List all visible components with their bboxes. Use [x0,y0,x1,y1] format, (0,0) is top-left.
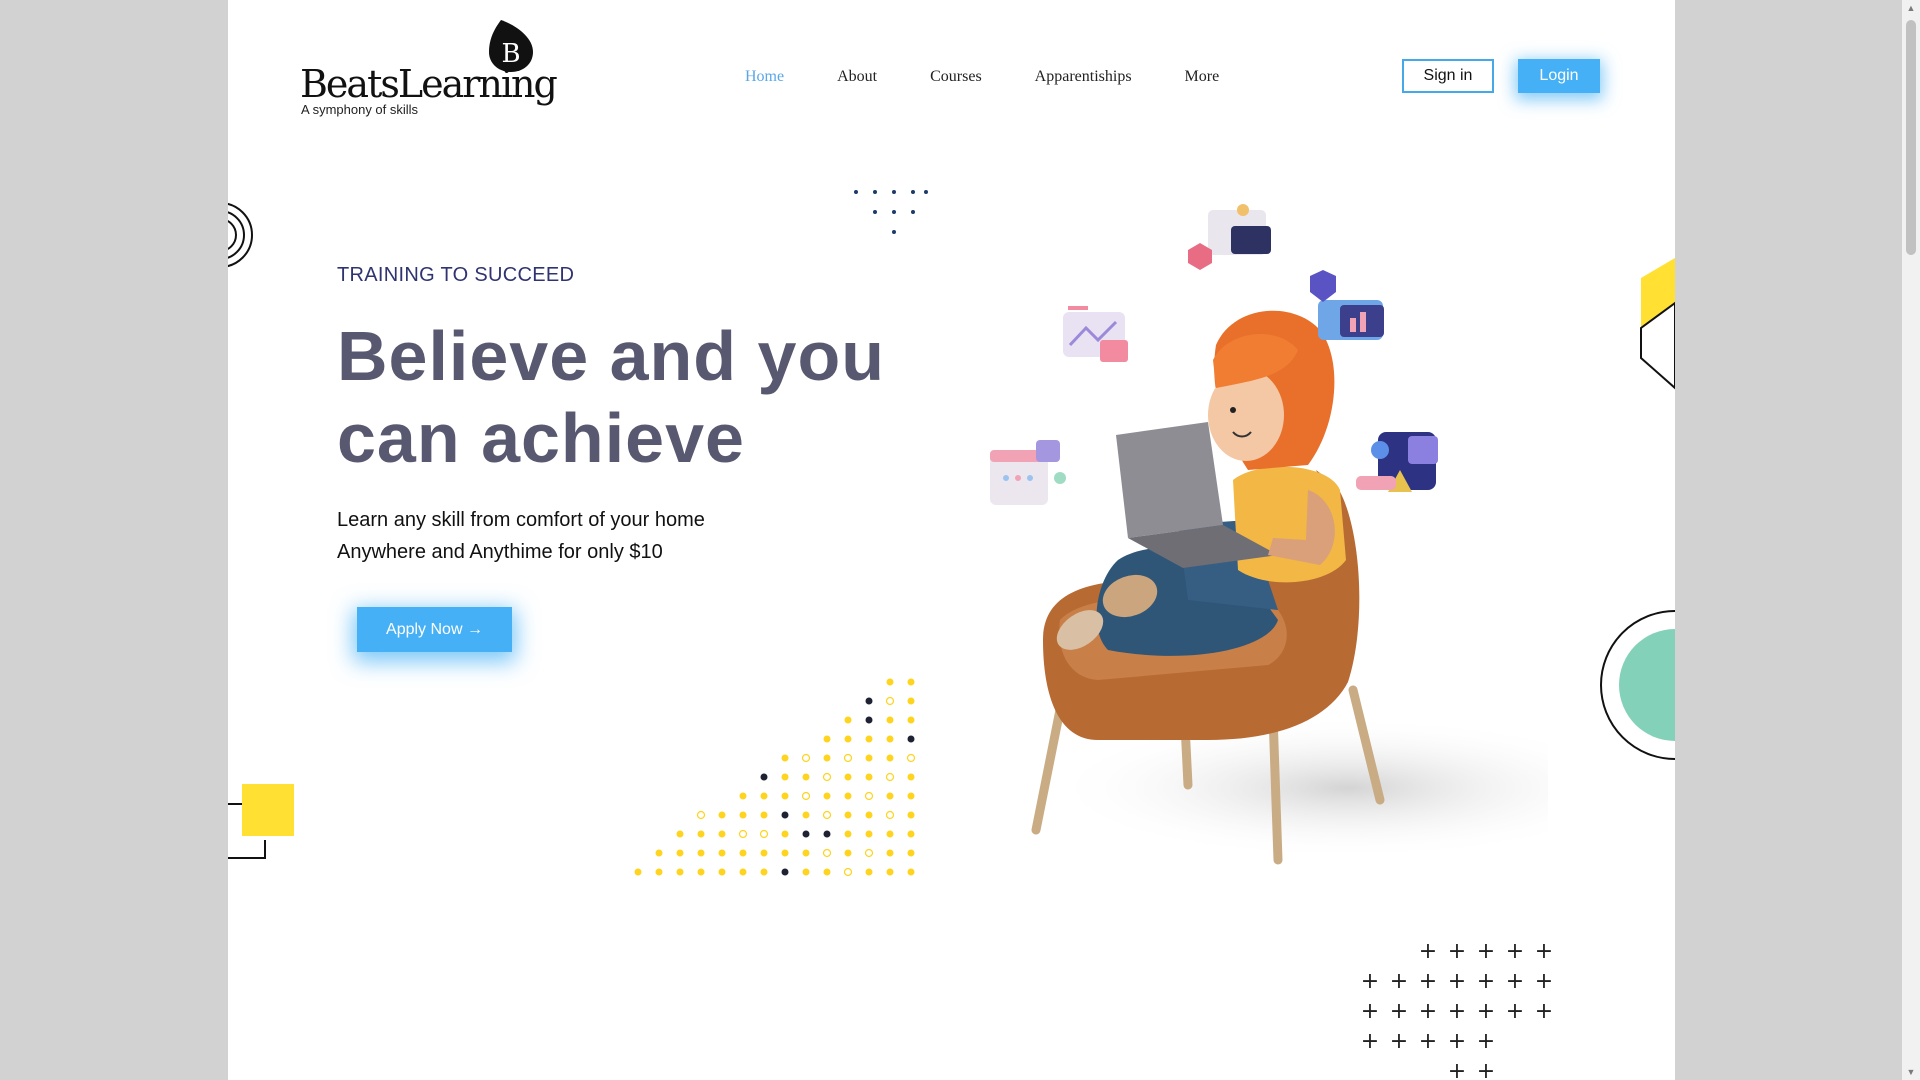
svg-text:+: + [1477,940,1495,964]
floating-card-2 [1063,306,1128,362]
svg-text:+: + [1419,999,1437,1024]
floating-card-5 [1356,432,1438,492]
apply-now-button[interactable]: Apply Now → [357,607,512,652]
svg-text:+: + [1506,999,1524,1024]
yellow-square-decoration [228,784,294,859]
svg-text:+: + [1361,1029,1379,1054]
dot-grid-decoration [634,678,916,877]
svg-text:+: + [1419,1029,1437,1054]
logo-tagline: A symphony of skills [301,102,419,117]
hero-subtext-line2: Anywhere and Anythime for only $10 [337,541,663,563]
nav-item-home[interactable]: Home [745,68,784,86]
landing-page: B BeatsLearning A symphony of skills Hom… [228,0,1675,1080]
svg-text:+: + [1477,969,1495,994]
hexagon-decoration [1640,258,1675,390]
svg-text:+: + [1419,940,1437,964]
floating-card-1 [1188,204,1271,270]
nav-item-apprenticeships[interactable]: Apparentiships [1035,68,1132,86]
scroll-up-arrow-icon[interactable]: ▲ [1902,0,1920,16]
floating-card-4 [990,440,1066,505]
scroll-down-arrow-icon[interactable]: ▼ [1902,1064,1920,1080]
svg-text:+: + [1390,999,1408,1024]
dot-triangle-decoration [854,190,928,234]
circle-decoration [1600,610,1675,760]
svg-text:+: + [1448,969,1466,994]
nav-item-courses[interactable]: Courses [930,68,982,86]
vertical-scrollbar[interactable]: ▲ ▼ [1902,0,1920,1080]
svg-text:+: + [1535,999,1553,1024]
main-nav: Home About Courses Apparentiships More [745,68,1272,86]
svg-text:+: + [1477,1059,1495,1080]
nav-item-more[interactable]: More [1185,68,1220,86]
hero-headline-line1: Believe and you [337,317,885,395]
svg-text:+: + [1506,969,1524,994]
nav-item-about[interactable]: About [837,68,877,86]
svg-text:+: + [1390,1029,1408,1054]
login-button[interactable]: Login [1518,59,1600,93]
svg-text:+: + [1535,969,1553,994]
svg-text:+: + [1506,940,1524,964]
logo-wordmark: BeatsLearning [300,62,558,106]
hero-subtext-line1: Learn any skill from comfort of your hom… [337,509,705,531]
svg-text:+: + [1535,940,1553,964]
svg-text:+: + [1419,969,1437,994]
svg-text:+: + [1361,969,1379,994]
svg-text:+: + [1477,1029,1495,1054]
hero-subtext: Learn any skill from comfort of your hom… [337,504,705,568]
student-illustration [990,204,1548,865]
sign-in-button[interactable]: Sign in [1402,59,1494,93]
hero-headline: Believe and you can achieve [337,315,897,479]
scrollbar-thumb[interactable] [1906,20,1916,255]
plus-grid-decoration: + + + + + + + + + + + + + + + + + + + + + + + + + + [1361,940,1553,1080]
svg-text:+: + [1477,999,1495,1024]
svg-text:+: + [1448,1029,1466,1054]
svg-text:+: + [1448,999,1466,1024]
svg-text:+: + [1390,969,1408,994]
floating-card-3 [1310,270,1384,340]
concentric-arcs-decoration [228,202,253,268]
svg-text:+: + [1448,940,1466,964]
logo[interactable]: B BeatsLearning A symphony of skills [300,20,558,120]
svg-text:+: + [1361,999,1379,1024]
svg-text:+: + [1448,1059,1466,1080]
hero-eyebrow: TRAINING TO SUCCEED [337,264,575,286]
hero-headline-line2: can achieve [337,399,745,477]
